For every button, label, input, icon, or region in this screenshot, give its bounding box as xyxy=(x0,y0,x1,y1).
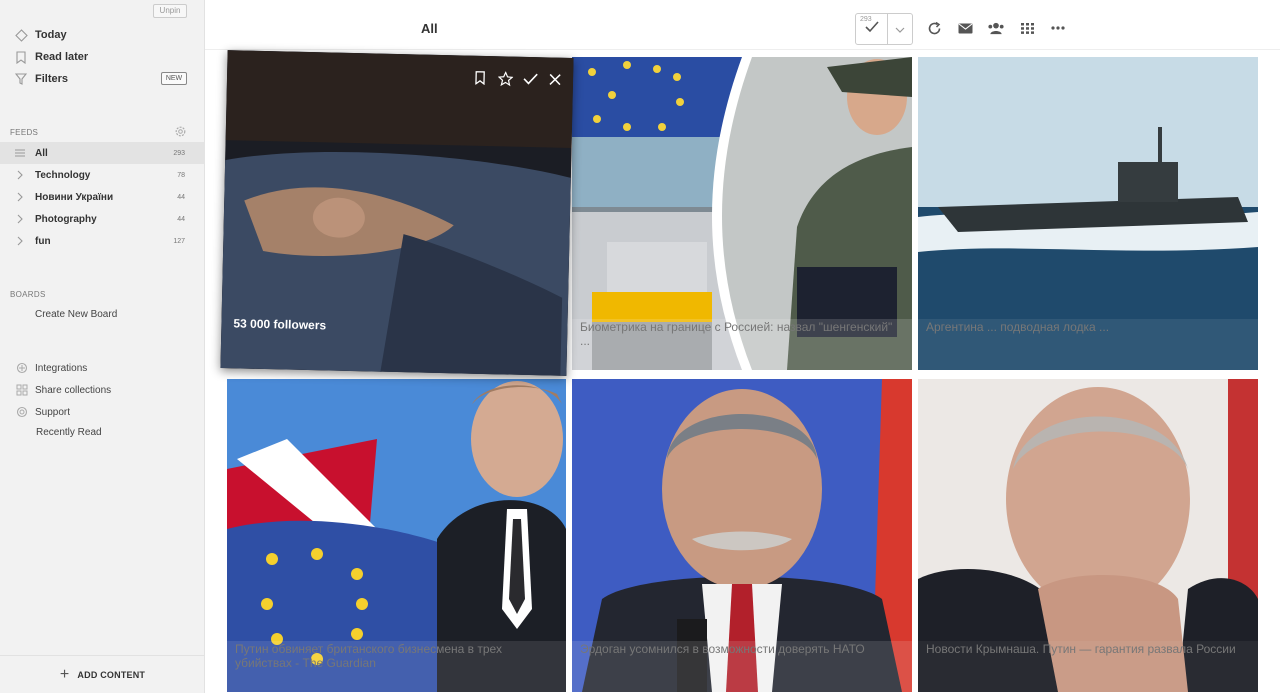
bookmark-icon xyxy=(14,50,28,64)
unread-count: 293 xyxy=(860,16,872,23)
feed-technology-label: Technology xyxy=(35,169,91,181)
article-card[interactable]: Новости Крымнаша. Путин — гарантия разва… xyxy=(918,379,1258,692)
article-title[interactable]: Путин обвиняет британского бизнесмена в … xyxy=(235,642,556,670)
chevron-down-icon xyxy=(895,20,905,38)
feed-photography-label: Photography xyxy=(35,213,97,225)
article-card[interactable]: Путин обвиняет британского бизнесмена в … xyxy=(227,379,566,692)
mark-read-check-icon[interactable] xyxy=(522,71,538,87)
feed-photography[interactable]: Photography 44 xyxy=(0,208,205,230)
recently-read-link[interactable]: Recently Read xyxy=(36,427,102,438)
support-icon xyxy=(15,406,28,419)
integrations-item[interactable]: Integrations xyxy=(0,357,205,379)
feed-all-count: 293 xyxy=(173,149,185,157)
integrations-icon xyxy=(15,362,28,375)
feed-novyny-ukrainy-count: 44 xyxy=(177,193,185,201)
list-icon xyxy=(15,149,25,157)
unpin-button[interactable]: Unpin xyxy=(153,4,187,18)
more-icon[interactable] xyxy=(1049,19,1067,37)
chevron-right-icon[interactable] xyxy=(15,236,25,246)
feed-technology[interactable]: Technology 78 xyxy=(0,164,205,186)
feeds-label: FEEDS xyxy=(10,128,39,137)
article-card[interactable]: Аргентина ... подводная лодка ... xyxy=(918,57,1258,370)
support-label: Support xyxy=(35,406,71,418)
share-collections-icon xyxy=(15,384,28,397)
today-icon xyxy=(14,28,28,42)
feed-technology-count: 78 xyxy=(177,171,185,179)
feed-fun[interactable]: fun 127 xyxy=(0,230,205,252)
chevron-right-icon[interactable] xyxy=(15,192,25,202)
bookmark-icon[interactable] xyxy=(472,70,488,86)
feed-fun-label: fun xyxy=(35,235,51,247)
feed-all[interactable]: All 293 xyxy=(0,142,205,164)
support-item[interactable]: Support xyxy=(0,401,205,423)
article-card[interactable]: Эрдоган усомнился в возможности доверять… xyxy=(572,379,912,692)
share-collections-item[interactable]: Share collections xyxy=(0,379,205,401)
team-icon[interactable] xyxy=(987,19,1005,37)
new-badge: NEW xyxy=(161,72,187,85)
plus-icon: + xyxy=(59,665,70,683)
refresh-icon[interactable] xyxy=(925,19,943,37)
mark-as-read-dropdown[interactable] xyxy=(888,14,912,44)
star-icon[interactable] xyxy=(497,70,513,86)
header: All 293 xyxy=(205,0,1280,50)
mail-icon[interactable] xyxy=(956,19,974,37)
article-title[interactable]: Новости Крымнаша. Путин — гарантия разва… xyxy=(926,642,1248,656)
article-card-hovered[interactable]: 53 000 followers xyxy=(220,50,574,376)
nav-filters-label: Filters xyxy=(35,73,69,85)
card-actions xyxy=(472,70,563,88)
article-title[interactable]: Биометрика на границе с Россией: назвал … xyxy=(580,320,902,348)
boards-label: BOARDS xyxy=(10,290,46,299)
nav-today[interactable]: Today xyxy=(0,24,205,46)
sidebar: Unpin Today Read later Filters NEW FEEDS… xyxy=(0,0,205,693)
feed-photography-count: 44 xyxy=(177,215,185,223)
close-icon[interactable] xyxy=(547,71,563,87)
article-card[interactable]: Биометрика на границе с Россией: назвал … xyxy=(572,57,912,370)
chevron-right-icon[interactable] xyxy=(15,170,25,180)
nav-read-later-label: Read later xyxy=(35,51,89,63)
add-content-label: ADD CONTENT xyxy=(77,669,146,680)
feed-all-label: All xyxy=(35,147,48,159)
share-collections-label: Share collections xyxy=(35,384,112,396)
integrations-label: Integrations xyxy=(35,362,88,374)
nav-today-label: Today xyxy=(35,29,67,41)
nav-read-later[interactable]: Read later xyxy=(0,46,205,68)
mark-as-read-button[interactable]: 293 xyxy=(856,14,888,44)
add-content-button[interactable]: + ADD CONTENT xyxy=(0,655,205,693)
filter-icon xyxy=(14,72,28,86)
page-title: All xyxy=(421,21,438,36)
feed-novyny-ukrainy-label: Новини України xyxy=(35,191,114,203)
article-title[interactable]: Эрдоган усомнился в возможности доверять… xyxy=(580,642,902,656)
article-title[interactable]: Аргентина ... подводная лодка ... xyxy=(926,320,1248,334)
feed-novyny-ukrainy[interactable]: Новини України 44 xyxy=(0,186,205,208)
grid-view-icon[interactable] xyxy=(1018,19,1036,37)
chevron-right-icon[interactable] xyxy=(15,214,25,224)
create-board-link[interactable]: Create New Board xyxy=(35,309,117,320)
feed-fun-count: 127 xyxy=(173,237,185,245)
mark-as-read-control: 293 xyxy=(855,13,913,45)
gear-icon[interactable] xyxy=(174,125,187,138)
